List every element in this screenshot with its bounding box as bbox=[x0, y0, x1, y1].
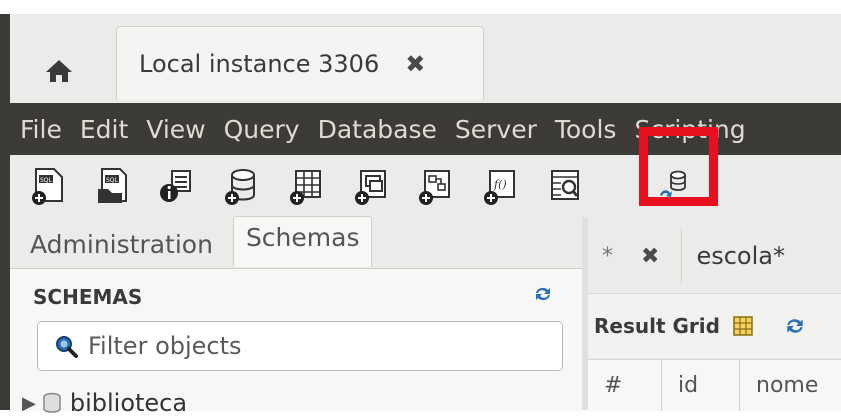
create-view-icon[interactable] bbox=[353, 167, 389, 205]
open-sql-script-icon[interactable]: SQL bbox=[94, 167, 130, 205]
expand-arrow-icon[interactable]: ▶ bbox=[22, 393, 36, 414]
menu-edit[interactable]: Edit bbox=[71, 115, 137, 144]
search-icon bbox=[56, 336, 78, 358]
close-icon[interactable]: ✖ bbox=[405, 50, 425, 78]
tab-schemas[interactable]: Schemas bbox=[232, 216, 373, 267]
workbench-window: Local instance 3306 ✖ File Edit View Que… bbox=[0, 14, 841, 417]
menu-database[interactable]: Database bbox=[309, 115, 446, 144]
close-tab-icon[interactable]: ✖ bbox=[641, 244, 659, 269]
column-header-nome[interactable]: nome bbox=[740, 360, 841, 411]
database-icon bbox=[43, 392, 61, 413]
svg-text:SQL: SQL bbox=[40, 177, 53, 184]
new-sql-tab-icon[interactable]: SQL bbox=[30, 167, 66, 205]
svg-text:f(): f() bbox=[493, 178, 507, 191]
home-tab[interactable] bbox=[32, 42, 86, 100]
result-grid-toolbar: Result Grid bbox=[588, 293, 841, 358]
window-left-border bbox=[0, 14, 10, 410]
connection-tab-label: Local instance 3306 bbox=[139, 49, 380, 78]
tab-administration[interactable]: Administration bbox=[10, 224, 225, 267]
result-grid-header: # id nome bbox=[588, 359, 841, 411]
schemas-panel: SCHEMAS ▶ biblioteca bbox=[10, 268, 582, 417]
screen-top-strip bbox=[0, 0, 841, 14]
menu-tools[interactable]: Tools bbox=[546, 115, 626, 144]
column-header-id[interactable]: id bbox=[662, 360, 740, 411]
schema-inspector-icon[interactable] bbox=[158, 167, 194, 205]
create-table-icon[interactable] bbox=[288, 167, 324, 205]
unsaved-marker: * bbox=[602, 243, 613, 269]
menu-view[interactable]: View bbox=[137, 115, 214, 144]
highlight-box bbox=[639, 127, 718, 206]
schema-tree-item-label: biblioteca bbox=[69, 389, 188, 417]
query-editor-area: * ✖ escola* Result Grid # id nome bbox=[588, 217, 841, 411]
tab-separator bbox=[681, 229, 683, 283]
search-table-data-icon[interactable] bbox=[547, 167, 583, 205]
svg-text:SQL: SQL bbox=[106, 177, 119, 184]
result-grid-label: Result Grid bbox=[594, 314, 720, 338]
create-schema-icon[interactable] bbox=[223, 167, 259, 205]
connection-tab-strip: Local instance 3306 ✖ bbox=[10, 14, 841, 100]
editor-tabs: * ✖ escola* bbox=[588, 229, 841, 283]
refresh-icon[interactable] bbox=[533, 285, 553, 303]
navigator-sidebar: Administration Schemas SCHEMAS ▶ bbox=[10, 216, 582, 417]
home-icon bbox=[46, 60, 72, 82]
menu-file[interactable]: File bbox=[10, 115, 71, 144]
menu-server[interactable]: Server bbox=[446, 115, 546, 144]
create-function-icon[interactable]: f() bbox=[482, 167, 518, 205]
column-header-rownum[interactable]: # bbox=[588, 360, 662, 411]
schema-tree-item[interactable]: ▶ biblioteca bbox=[22, 389, 187, 417]
create-procedure-icon[interactable] bbox=[417, 167, 453, 205]
filter-objects-input[interactable] bbox=[86, 331, 530, 361]
sidebar-tabs: Administration Schemas bbox=[10, 216, 582, 267]
editor-tab-escola[interactable]: escola* bbox=[696, 242, 785, 270]
refresh-results-icon[interactable] bbox=[784, 316, 806, 336]
filter-box bbox=[37, 321, 563, 371]
schemas-section-title: SCHEMAS bbox=[33, 285, 143, 309]
grid-view-icon[interactable] bbox=[732, 315, 754, 337]
menu-query[interactable]: Query bbox=[215, 115, 309, 144]
connection-tab[interactable]: Local instance 3306 ✖ bbox=[116, 26, 484, 100]
